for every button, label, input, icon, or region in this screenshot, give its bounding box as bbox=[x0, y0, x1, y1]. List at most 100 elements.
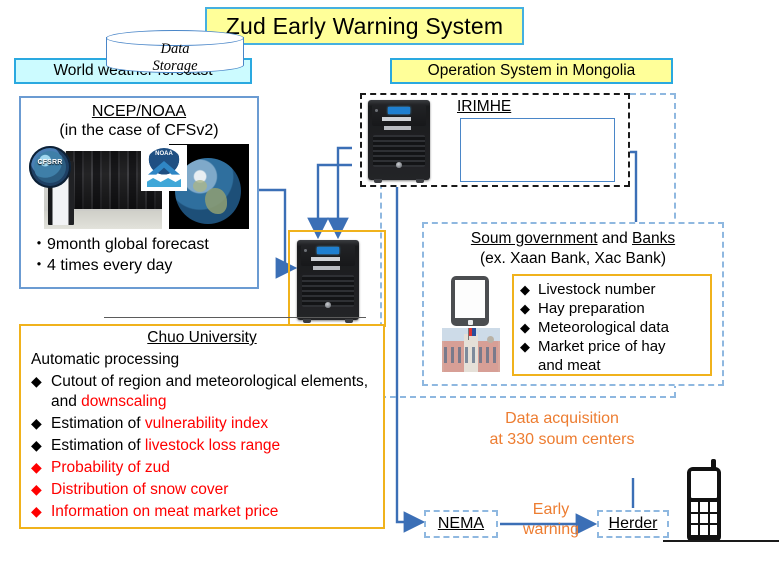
list-item: ◆ Information on meat market price bbox=[31, 502, 381, 522]
chuo-item-1-segment-1: vulnerability index bbox=[144, 414, 269, 432]
diamond-bullet-icon: ◆ bbox=[31, 458, 42, 475]
herder-node: Herder bbox=[597, 510, 669, 538]
landmass-b bbox=[193, 180, 207, 192]
soum-data-list: ◆ Livestock number ◆ Hay preparation ◆ M… bbox=[512, 274, 712, 376]
server-slot-2 bbox=[313, 266, 341, 271]
chuo-title-text: Chuo University bbox=[147, 329, 257, 346]
page-title: Zud Early Warning System bbox=[205, 7, 524, 45]
cfsrr-logo-label: CFSRR bbox=[37, 159, 63, 166]
phone-keypad bbox=[691, 502, 717, 535]
data-acquisition-line-1: Data acquisition bbox=[505, 410, 619, 427]
list-item: ◆ Estimation of livestock loss range bbox=[31, 436, 381, 456]
chuo-divider-line bbox=[104, 317, 366, 318]
chuo-server-icon bbox=[297, 240, 359, 323]
chuo-item-5-segment-0: Information on meat market price bbox=[51, 502, 279, 520]
list-item: ◆ Cutout of region and meteorological ele… bbox=[31, 372, 381, 411]
diamond-bullet-icon: ◆ bbox=[520, 301, 530, 316]
server-power-button bbox=[395, 162, 403, 168]
chuo-panel-title: Chuo University bbox=[21, 329, 383, 347]
diamond-bullet-icon: ◆ bbox=[31, 502, 42, 519]
ground-line bbox=[663, 540, 779, 542]
chuo-item-2-segment-1: livestock loss range bbox=[144, 436, 281, 454]
list-item: ◆ Market price of hay bbox=[520, 337, 710, 356]
phone-key bbox=[691, 525, 699, 535]
ncep-bullet-1: ・4 times every day bbox=[31, 257, 173, 274]
diamond-bullet-icon: ◆ bbox=[520, 320, 530, 335]
server-slot-1 bbox=[310, 256, 341, 261]
ncep-noaa-panel: NCEP/NOAA (in the case of CFSv2) CFSRR N… bbox=[19, 96, 259, 289]
chuo-item-4-segment-0: Distribution of snow cover bbox=[51, 480, 229, 498]
server-foot-right bbox=[345, 319, 353, 323]
soum-item-3: Market price of hay bbox=[538, 338, 666, 355]
nema-node: NEMA bbox=[424, 510, 498, 538]
tablet-icon bbox=[451, 276, 489, 326]
diamond-bullet-icon: ◆ bbox=[520, 339, 530, 354]
early-warning-annotation: Early warning bbox=[512, 500, 590, 540]
diamond-bullet-icon: ◆ bbox=[31, 414, 42, 431]
data-storage-label: Data Storage bbox=[106, 41, 244, 75]
server-power-button bbox=[324, 302, 332, 308]
chuo-item-4-text: Distribution of snow cover bbox=[51, 480, 381, 500]
diamond-bullet-icon: ◆ bbox=[520, 282, 530, 297]
diagram-canvas: Zud Early Warning System World weather f… bbox=[0, 0, 781, 562]
phone-key bbox=[709, 525, 717, 535]
server-led bbox=[303, 248, 307, 252]
soum-title-part1: Soum government bbox=[470, 230, 598, 247]
ncep-bullet-0: ・9month global forecast bbox=[31, 236, 209, 253]
server-display bbox=[316, 247, 340, 254]
soum-panel-title: Soum government and Banks (ex. Xaan Bank… bbox=[424, 229, 722, 269]
mongolia-flag bbox=[469, 328, 476, 336]
phone-key bbox=[700, 525, 708, 535]
soum-item-0: Livestock number bbox=[538, 281, 656, 298]
landmass-a bbox=[205, 188, 227, 214]
soum-subtitle: (ex. Xaan Bank, Xac Bank) bbox=[479, 250, 667, 267]
server-foot-right bbox=[416, 179, 424, 183]
phone-key bbox=[700, 502, 708, 512]
chuo-item-3-segment-0: Probability of zud bbox=[51, 458, 170, 476]
early-warning-line-1: Early bbox=[532, 501, 570, 518]
list-item: ◆ Meteorological data bbox=[520, 318, 710, 337]
phone-key bbox=[709, 513, 717, 524]
data-acquisition-annotation: Data acquisition at 330 soum centers bbox=[452, 408, 672, 450]
data-storage-frame bbox=[460, 118, 615, 182]
soum-item-2: Meteorological data bbox=[538, 319, 669, 336]
tablet-screen bbox=[455, 280, 485, 318]
building-dome bbox=[487, 336, 494, 343]
server-foot-left bbox=[303, 319, 311, 323]
server-display bbox=[387, 107, 411, 114]
list-item: ◆ Probability of zud bbox=[31, 458, 381, 478]
soum-title-mid: and bbox=[597, 230, 633, 247]
ncep-bullet-list: ・9month global forecast ・4 times every d… bbox=[31, 234, 256, 276]
soum-item-3-continuation: and meat bbox=[538, 357, 601, 374]
soum-government-building-photo bbox=[442, 328, 500, 372]
ncep-subtitle-text: (in the case of CFSv2) bbox=[59, 122, 219, 139]
herder-label: Herder bbox=[608, 515, 658, 532]
list-item: ◆ Estimation of vulnerability index bbox=[31, 414, 381, 434]
chuo-item-1-segment-0: Estimation of bbox=[51, 414, 145, 432]
diamond-bullet-icon: ◆ bbox=[31, 436, 42, 453]
chuo-item-0-segment-1: downscaling bbox=[81, 392, 167, 410]
diamond-bullet-icon: ◆ bbox=[31, 480, 42, 497]
chuo-item-0-text: Cutout of region and meteorological elem… bbox=[51, 372, 381, 411]
data-storage-cylinder-icon: Data Storage bbox=[106, 30, 244, 80]
noaa-logo-label: NOAA bbox=[155, 151, 173, 157]
section-header-operation-mongolia: Operation System in Mongolia bbox=[390, 58, 673, 84]
diamond-bullet-icon: ◆ bbox=[31, 373, 42, 389]
ncep-panel-title: NCEP/NOAA (in the case of CFSv2) bbox=[21, 102, 257, 140]
soum-title-part2: Banks bbox=[632, 230, 676, 247]
cfsrr-logo-icon: CFSRR bbox=[29, 146, 71, 188]
phone-key bbox=[691, 502, 699, 512]
noaa-logo-icon: NOAA bbox=[141, 145, 187, 191]
chuo-item-1-text: Estimation of vulnerability index bbox=[51, 414, 381, 434]
irimhe-server-icon bbox=[368, 100, 430, 183]
list-item: ◆ Hay preparation bbox=[520, 299, 710, 318]
building-windows bbox=[444, 347, 498, 363]
tablet-home-button bbox=[467, 319, 473, 325]
irimhe-label: IRIMHE bbox=[457, 98, 512, 115]
chuo-subtitle: Automatic processing bbox=[31, 351, 180, 368]
chuo-item-2-segment-0: Estimation of bbox=[51, 436, 145, 454]
mobile-phone-icon bbox=[687, 459, 721, 541]
cfsrr-globe bbox=[34, 151, 66, 183]
server-slot-1 bbox=[381, 116, 412, 121]
soum-government-banks-panel: Soum government and Banks (ex. Xaan Bank… bbox=[422, 222, 724, 386]
